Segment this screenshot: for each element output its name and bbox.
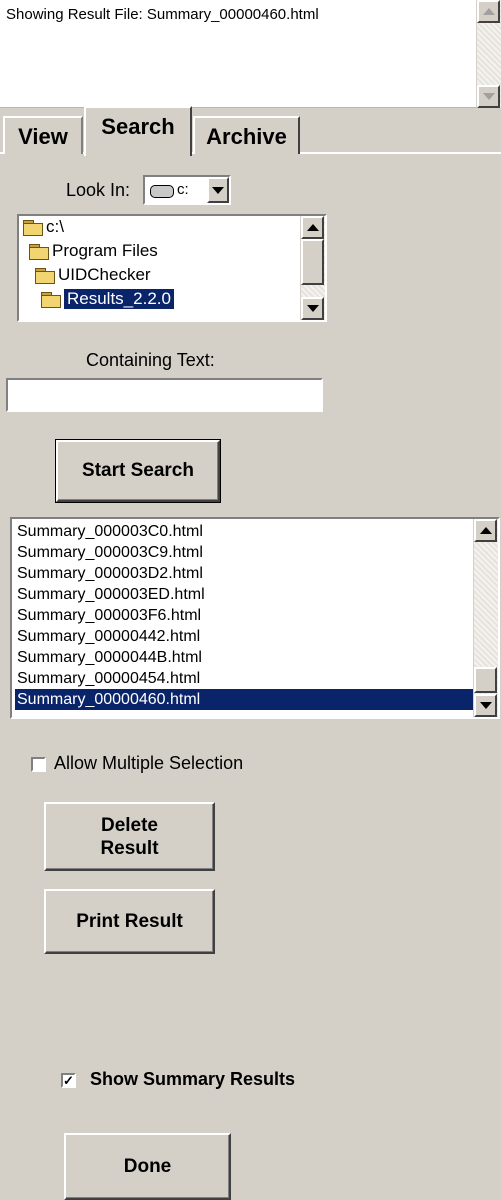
folder-item[interactable]: c:\: [23, 216, 64, 238]
list-item[interactable]: Summary_0000044B.html: [15, 647, 475, 668]
folder-label: Results_2.2.0: [64, 289, 174, 309]
open-folder-icon: [23, 219, 43, 236]
results-scrollbar[interactable]: [473, 519, 498, 717]
done-label: Done: [123, 1155, 172, 1177]
scroll-down-button[interactable]: [474, 694, 497, 717]
show-summary-checkbox[interactable]: ✓: [61, 1073, 76, 1088]
scroll-up-button[interactable]: [474, 519, 497, 542]
open-folder-icon: [29, 243, 49, 260]
show-summary-label: Show Summary Results: [90, 1069, 296, 1089]
look-in-label: Look In:: [66, 180, 131, 200]
results-list[interactable]: Summary_000003C0.html Summary_000003C9.h…: [10, 517, 500, 719]
delete-result-button[interactable]: Delete Result: [44, 802, 215, 871]
tab-search[interactable]: Search: [84, 106, 192, 156]
drive-combobox[interactable]: c:: [143, 175, 231, 205]
combo-dropdown-button[interactable]: [207, 177, 229, 203]
tab-view-label: View: [18, 124, 68, 149]
tree-scrollbar[interactable]: [300, 216, 325, 320]
list-item[interactable]: Summary_00000442.html: [15, 626, 475, 647]
up-arrow-icon: [306, 224, 319, 231]
done-button[interactable]: Done: [64, 1133, 231, 1200]
tab-search-label: Search: [101, 114, 175, 139]
folder-item[interactable]: UIDChecker: [35, 264, 151, 286]
drive-label: c:: [177, 181, 189, 198]
list-item[interactable]: Summary_00000454.html: [15, 668, 475, 689]
open-folder-icon: [35, 267, 55, 284]
delete-result-label: Delete Result: [100, 814, 159, 859]
scroll-thumb[interactable]: [474, 667, 497, 693]
list-item[interactable]: Summary_000003F6.html: [15, 605, 475, 626]
up-arrow-icon: [479, 527, 492, 534]
folder-label: UIDChecker: [58, 265, 151, 284]
up-arrow-icon: [482, 8, 495, 15]
scroll-thumb[interactable]: [301, 239, 324, 285]
drive-icon: [150, 185, 174, 198]
folder-label: Program Files: [52, 241, 158, 260]
containing-text-label: Containing Text:: [86, 350, 215, 370]
allow-multiple-label: Allow Multiple Selection: [54, 753, 244, 773]
tab-archive-label: Archive: [206, 124, 287, 149]
tab-view[interactable]: View: [3, 116, 83, 154]
folder-tree[interactable]: c:\ Program Files UIDChecker Results_2.2…: [17, 214, 327, 322]
scroll-up-button[interactable]: [477, 0, 500, 23]
chevron-down-icon: [212, 186, 224, 194]
scroll-down-button[interactable]: [301, 297, 324, 320]
folder-item-selected[interactable]: Results_2.2.0: [41, 288, 174, 310]
start-search-button[interactable]: Start Search: [55, 439, 221, 503]
scroll-up-button[interactable]: [301, 216, 324, 239]
scroll-down-button[interactable]: [477, 85, 500, 108]
allow-multiple-checkbox[interactable]: [31, 757, 46, 772]
folder-item[interactable]: Program Files: [29, 240, 158, 262]
down-arrow-icon: [482, 93, 495, 100]
down-arrow-icon: [479, 702, 492, 709]
status-textarea[interactable]: Showing Result File: Summary_00000460.ht…: [0, 0, 501, 108]
list-item[interactable]: Summary_000003C9.html: [15, 542, 475, 563]
start-search-label: Start Search: [82, 460, 194, 481]
list-item[interactable]: Summary_000003D2.html: [15, 563, 475, 584]
list-item[interactable]: Summary_000003C0.html: [15, 521, 475, 542]
status-text: Showing Result File: Summary_00000460.ht…: [6, 6, 319, 23]
folder-label: c:\: [46, 217, 64, 236]
open-folder-icon: [41, 291, 61, 308]
print-result-label: Print Result: [76, 910, 183, 932]
status-scrollbar[interactable]: [476, 0, 501, 108]
print-result-button[interactable]: Print Result: [44, 889, 215, 954]
checkmark-icon: ✓: [63, 1072, 74, 1088]
down-arrow-icon: [306, 305, 319, 312]
list-item[interactable]: Summary_000003ED.html: [15, 584, 475, 605]
tab-archive[interactable]: Archive: [193, 116, 300, 154]
list-item-selected[interactable]: Summary_00000460.html: [15, 689, 475, 710]
containing-text-input[interactable]: [6, 378, 323, 412]
